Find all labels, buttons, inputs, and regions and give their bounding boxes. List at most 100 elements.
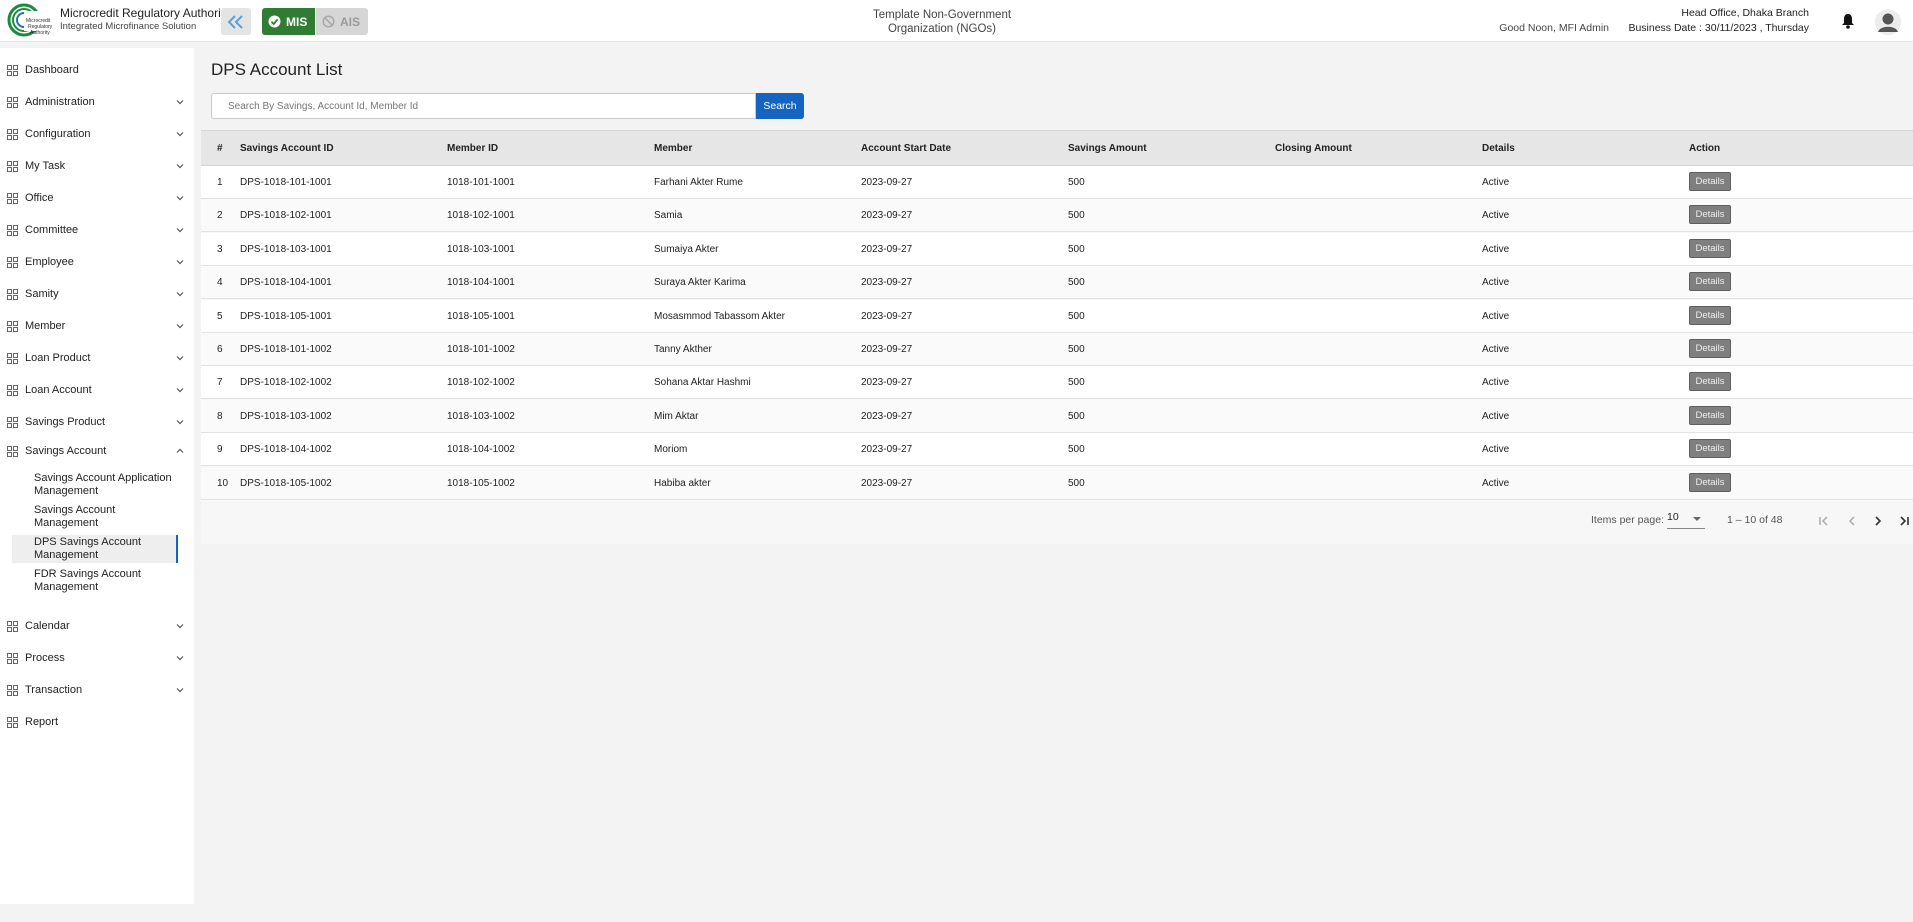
chevron-down-icon [176,292,184,297]
mis-toggle-button[interactable]: MIS [262,8,315,35]
member-icon [7,320,18,332]
savings-account-id: DPS-1018-104-1002 [240,444,332,456]
sidebar-item-my-task[interactable]: My Task [0,155,194,177]
top-header: Microcredit Regulatory Authority Microcr… [0,0,1913,42]
search-input[interactable] [211,93,756,119]
mra-logo: Microcredit Regulatory Authority [7,3,54,37]
details-button[interactable]: Details [1689,372,1731,392]
sidebar-item-dashboard[interactable]: Dashboard [0,59,194,81]
sidebar-subitem-savings-account-application-management[interactable]: Savings Account Application Management [12,471,178,499]
sidebar-item-process[interactable]: Process [0,647,194,669]
sidebar-item-loan-account[interactable]: Loan Account [0,379,194,401]
sidebar-item-administration[interactable]: Administration [0,91,194,113]
sidebar-item-savings-account[interactable]: Savings Account [0,440,194,462]
member-name: Mosasmmod Tabassom Akter [654,310,785,322]
items-per-page-select[interactable]: 10 [1667,511,1705,529]
sidebar-item-loan-product[interactable]: Loan Product [0,347,194,369]
organization-name: Template Non-Government Organization (NG… [872,9,1012,35]
previous-page-button[interactable] [1841,510,1863,532]
sidebar-item-configuration[interactable]: Configuration [0,123,194,145]
chevron-down-icon [176,624,184,629]
sidebar-item-transaction[interactable]: Transaction [0,679,194,701]
table-header: # Savings Account ID Member ID Member Accoun… [201,130,1913,166]
sidebar-item-savings-product[interactable]: Savings Product [0,411,194,433]
page-range: 1 – 10 of 48 [1727,514,1783,526]
sidebar-subitem-dps-savings-account-management[interactable]: DPS Savings Account Management [12,535,178,563]
details-button[interactable]: Details [1689,272,1731,292]
savings-amount: 500 [1068,377,1085,389]
sidebar-item-label: Loan Account [25,384,92,396]
table-row: 2 DPS-1018-102-1001 1018-102-1001 Samia 2023… [201,199,1913,233]
savings-product-icon [7,416,18,428]
sidebar-item-member[interactable]: Member [0,315,194,337]
member-name: Farhani Akter Rume [654,177,743,188]
member-name: Sohana Aktar Hashmi [654,377,751,389]
account-status: Active [1482,210,1510,222]
account-start-date: 2023-09-27 [861,310,913,322]
sidebar-item-label: Samity [25,288,59,300]
mis-label: MIS [286,14,308,29]
next-page-button[interactable] [1867,510,1889,532]
column-header: Member [654,143,693,154]
table-row: 9 DPS-1018-104-1002 1018-104-1002 Moriom 202… [201,433,1913,467]
first-page-button[interactable] [1813,510,1835,532]
brand-title: Microcredit Regulatory Authority [60,6,231,20]
account-start-date: 2023-09-27 [861,243,913,255]
member-name: Habiba akter [654,477,711,489]
table-row: 5 DPS-1018-105-1001 1018-105-1001 Mosasmmod… [201,299,1913,333]
account-start-date: 2023-09-27 [861,277,913,289]
details-button[interactable]: Details [1689,339,1731,358]
page-title: DPS Account List [211,60,343,79]
account-start-date: 2023-09-27 [861,410,913,422]
search-button[interactable]: Search [756,93,804,119]
process-icon [7,652,18,664]
sidebar-item-report[interactable]: Report [0,711,194,733]
details-button[interactable]: Details [1689,439,1731,459]
notification-bell-icon[interactable] [1841,13,1855,29]
chevron-down-icon [176,100,184,105]
user-avatar-icon[interactable] [1875,9,1901,35]
sidebar-item-office[interactable]: Office [0,187,194,209]
ais-toggle-button[interactable]: AIS [316,8,368,35]
sidebar-item-employee[interactable]: Employee [0,251,194,273]
sidebar-item-committee[interactable]: Committee [0,219,194,241]
chevron-right-icon [1875,516,1882,526]
dropdown-caret-icon [1693,517,1701,521]
double-chevron-left-icon [227,14,243,29]
savings-account-id: DPS-1018-103-1001 [240,243,332,255]
details-button[interactable]: Details [1689,205,1731,225]
loan-account-icon [7,384,18,396]
committee-icon [7,224,18,236]
details-button[interactable]: Details [1689,238,1731,258]
chevron-down-icon [176,324,184,329]
table-row: 6 DPS-1018-101-1002 1018-101-1002 Tanny Akt… [201,333,1913,366]
savings-account-id: DPS-1018-105-1001 [240,310,332,322]
member-name: Suraya Akter Karima [654,277,746,289]
row-number: 9 [217,444,223,456]
details-button[interactable]: Details [1689,172,1731,191]
ais-label: AIS [340,14,361,29]
account-status: Active [1482,177,1510,188]
member-name: Samia [654,210,683,222]
column-header: Closing Amount [1275,143,1352,154]
table-row: 3 DPS-1018-103-1001 1018-103-1001 Sumaiya A… [201,232,1913,266]
savings-amount: 500 [1068,344,1085,355]
collapse-sidebar-button[interactable] [221,8,251,35]
business-date: Business Date : 30/11/2023 , Thursday [1628,22,1809,34]
account-start-date: 2023-09-27 [861,344,913,355]
account-status: Active [1482,477,1510,489]
savings-amount: 500 [1068,477,1085,489]
sidebar-subitem-savings-account-management[interactable]: Savings Account Management [12,503,178,531]
account-start-date: 2023-09-27 [861,477,913,489]
sidebar-subitem-fdr-savings-account-management[interactable]: FDR Savings Account Management [12,567,178,595]
sidebar-item-samity[interactable]: Samity [0,283,194,305]
table-row: 7 DPS-1018-102-1002 1018-102-1002 Sohana Ak… [201,366,1913,400]
details-button[interactable]: Details [1689,405,1731,425]
sidebar-item-calendar[interactable]: Calendar [0,615,194,637]
calendar-icon [7,620,18,632]
details-button[interactable]: Details [1689,472,1731,492]
member-id: 1018-101-1001 [447,177,515,188]
last-page-button[interactable] [1893,510,1913,532]
chevron-down-icon [176,196,184,201]
details-button[interactable]: Details [1689,305,1731,325]
